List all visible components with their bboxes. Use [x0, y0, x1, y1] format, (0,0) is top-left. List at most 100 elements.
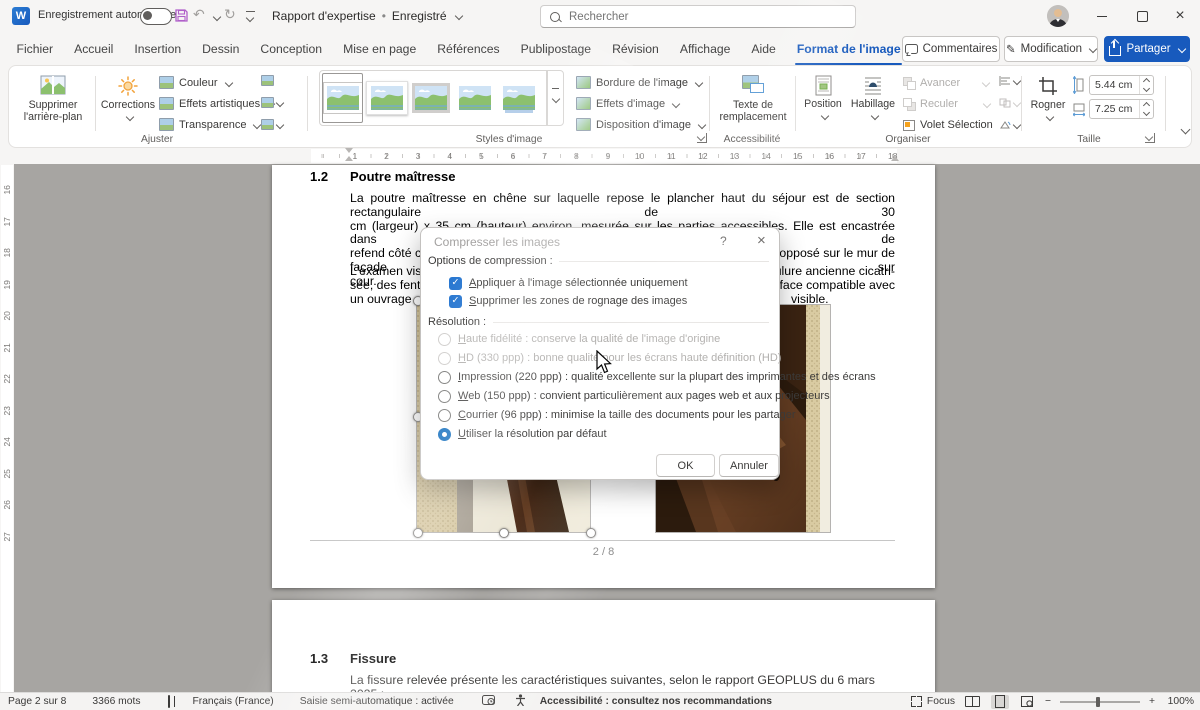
vertical-ruler[interactable]: 161718192021222324252627: [0, 148, 14, 693]
radio-icon[interactable]: [438, 352, 451, 365]
compress-pictures-button[interactable]: [261, 73, 283, 91]
zoom-out-button[interactable]: −: [1045, 696, 1051, 707]
adjust-menu-item[interactable]: Transparence: [159, 114, 274, 135]
word-app-icon[interactable]: W: [12, 7, 30, 25]
display-settings-icon[interactable]: [466, 695, 507, 709]
picture-style-thumbnail[interactable]: [454, 73, 495, 123]
size-dialog-launcher[interactable]: [1145, 133, 1155, 143]
align-objects-button[interactable]: [999, 73, 1020, 91]
corrections-button[interactable]: Corrections: [99, 71, 157, 135]
minimize-button[interactable]: [1086, 0, 1118, 32]
alt-text-button[interactable]: Texte de remplacement: [713, 71, 793, 135]
width-spinner[interactable]: [1139, 100, 1153, 118]
page-indicator[interactable]: Page 2 sur 8: [8, 696, 78, 707]
proofing-icon[interactable]: [152, 696, 182, 707]
adjust-menu-item[interactable]: Couleur: [159, 72, 274, 93]
undo-icon[interactable]: ↶: [193, 6, 205, 23]
avatar[interactable]: [1047, 5, 1069, 27]
ribbon-tab[interactable]: Publipostage: [510, 32, 601, 65]
autocomplete-status[interactable]: Saisie semi-automatique : activée: [286, 696, 466, 707]
ribbon-tab[interactable]: Révision: [602, 32, 670, 65]
resolution-radio-row[interactable]: Web (150 ppp) : convient particulièremen…: [438, 389, 769, 403]
wrap-text-button[interactable]: Habillage: [847, 71, 899, 135]
redo-icon[interactable]: ↻: [224, 6, 236, 23]
picture-style-thumbnail[interactable]: [410, 73, 451, 123]
ribbon-tab[interactable]: Conception: [250, 32, 333, 65]
checkbox-row[interactable]: ✓ Supprimer les zones de rognage des ima…: [449, 294, 807, 308]
ribbon-tab[interactable]: Fichier: [6, 32, 64, 65]
checkbox-checked-icon[interactable]: ✓: [449, 295, 462, 308]
position-button[interactable]: Position: [799, 71, 847, 135]
reset-picture-button[interactable]: [261, 117, 283, 135]
editing-mode-button[interactable]: ✎ Modification: [1004, 36, 1098, 62]
ribbon-tab[interactable]: Insertion: [124, 32, 192, 65]
autosave-toggle[interactable]: [140, 8, 172, 25]
close-button[interactable]: ×: [1164, 0, 1196, 32]
zoom-slider-thumb[interactable]: [1096, 697, 1100, 707]
picture-style-menu-item[interactable]: Bordure de l'image: [576, 72, 705, 93]
print-layout-button[interactable]: [991, 695, 1009, 709]
selection-pane-button[interactable]: Volet Sélection: [903, 114, 993, 135]
read-mode-button[interactable]: [964, 695, 982, 709]
share-button[interactable]: Partager: [1104, 36, 1190, 62]
save-icon[interactable]: [174, 8, 189, 26]
ok-button[interactable]: OK: [656, 454, 715, 477]
radio-icon[interactable]: [438, 409, 451, 422]
ribbon-tab[interactable]: Mise en page: [333, 32, 427, 65]
collapse-ribbon-icon[interactable]: [1181, 125, 1191, 135]
picture-style-thumbnail[interactable]: [366, 73, 407, 123]
shape-width-field[interactable]: [1089, 99, 1154, 119]
cancel-button[interactable]: Annuler: [719, 454, 779, 477]
selection-handle-bottom-left[interactable]: [413, 528, 423, 538]
shape-height-field[interactable]: [1089, 75, 1154, 95]
language-indicator[interactable]: Français (France): [182, 696, 285, 707]
picture-style-menu-item[interactable]: Effets d'image: [576, 93, 705, 114]
web-layout-button[interactable]: [1018, 695, 1036, 709]
height-input[interactable]: [1090, 78, 1139, 92]
radio-icon[interactable]: [438, 390, 451, 403]
selection-handle-bottom-right[interactable]: [586, 528, 596, 538]
dialog-close-button[interactable]: ×: [757, 232, 766, 249]
gallery-more-button[interactable]: [547, 70, 564, 126]
picture-style-thumbnail[interactable]: [322, 73, 363, 123]
radio-icon[interactable]: [438, 333, 451, 346]
height-spinner[interactable]: [1139, 76, 1153, 94]
maximize-button[interactable]: [1126, 0, 1158, 32]
search-input[interactable]: [567, 10, 821, 24]
resolution-radio-row[interactable]: Courrier (96 ppp) : minimise la taille d…: [438, 408, 769, 422]
checkbox-checked-icon[interactable]: ✓: [449, 277, 462, 290]
word-count[interactable]: 3366 mots: [78, 696, 152, 707]
comments-button[interactable]: Commentaires: [902, 36, 1000, 62]
accessibility-status[interactable]: Accessibilité : consultez nos recommanda…: [538, 696, 784, 707]
checkbox-row[interactable]: ✓ Appliquer à l'image sélectionnée uniqu…: [449, 276, 807, 290]
adjust-menu-item[interactable]: Effets artistiques: [159, 93, 274, 114]
radio-icon[interactable]: [438, 428, 451, 441]
width-input[interactable]: [1090, 102, 1139, 116]
selection-handle-bottom-center[interactable]: [499, 528, 509, 538]
ribbon-tab[interactable]: Références: [427, 32, 510, 65]
ribbon-tab[interactable]: Format de l'image: [786, 32, 911, 65]
right-indent-marker[interactable]: [891, 156, 899, 161]
quick-access-toolbar-icon[interactable]: [246, 11, 255, 26]
ribbon-tab[interactable]: Dessin: [192, 32, 250, 65]
ribbon-tab[interactable]: Affichage: [669, 32, 741, 65]
ribbon-tab[interactable]: Aide: [741, 32, 786, 65]
zoom-percentage[interactable]: 100%: [1164, 696, 1194, 707]
dialog-help-button[interactable]: ?: [720, 234, 727, 248]
picture-style-menu-item[interactable]: Disposition d'image: [576, 114, 705, 135]
rotate-objects-button[interactable]: [999, 117, 1020, 135]
zoom-slider[interactable]: [1060, 701, 1140, 703]
search-box[interactable]: [540, 5, 856, 28]
picture-style-thumbnail[interactable]: [498, 73, 539, 123]
resolution-radio-row[interactable]: Utiliser la résolution par défaut: [438, 427, 769, 441]
crop-button[interactable]: Rogner: [1025, 71, 1071, 135]
ribbon-tab[interactable]: Accueil: [64, 32, 124, 65]
remove-background-button[interactable]: Supprimer l'arrière-plan: [15, 71, 91, 135]
focus-mode-button[interactable]: Focus: [911, 696, 955, 707]
radio-icon[interactable]: [438, 371, 451, 384]
resolution-radio-row[interactable]: Haute fidélité : conserve la qualité de …: [438, 332, 769, 346]
horizontal-ruler[interactable]: 123456789101112131415161718: [14, 148, 1200, 164]
first-line-indent-marker[interactable]: [345, 148, 353, 153]
document-title[interactable]: Rapport d'expertise • Enregistré: [272, 0, 462, 32]
picture-styles-dialog-launcher[interactable]: [697, 133, 707, 143]
